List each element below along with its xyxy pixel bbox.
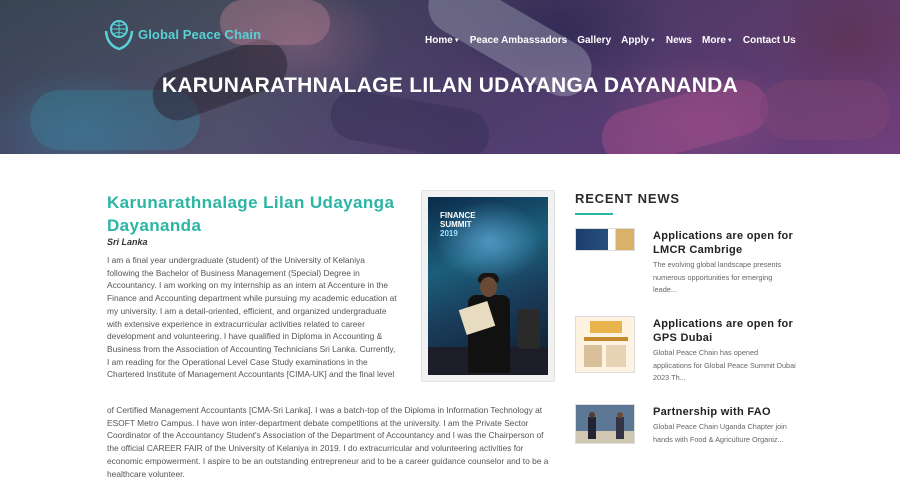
nav-label: Apply <box>621 35 649 46</box>
news-excerpt: Global Peace Chain has opened applicatio… <box>653 348 796 383</box>
profile-photo: FINANCE SUMMIT 2019 <box>421 190 555 382</box>
caret-down-icon: ▼ <box>726 37 733 44</box>
profile-name: Karunarathnalage Lilan Udayanga Dayanand… <box>107 193 395 235</box>
news-thumbnail[interactable] <box>575 228 635 251</box>
news-title-link[interactable]: Partnership with FAO <box>653 405 803 419</box>
news-thumbnail[interactable] <box>575 404 635 444</box>
news-title-link[interactable]: Applications are open for GPS Dubai <box>653 317 803 345</box>
nav-item-contact-us[interactable]: Contact Us <box>743 35 796 46</box>
caret-down-icon: ▼ <box>649 37 656 44</box>
nav-label: News <box>665 35 692 46</box>
profile-bio: I am a final year undergraduate (student… <box>107 255 397 380</box>
site-logo[interactable]: Global Peace Chain <box>104 17 261 51</box>
globe-hands-icon <box>104 20 134 51</box>
logo-text: Global Peace Chain <box>138 26 262 42</box>
photo-banner-line: FINANCE <box>440 211 476 220</box>
nav-label: Contact Us <box>742 35 796 46</box>
nav-label: Peace Ambassadors <box>469 35 568 46</box>
nav-item-peace-ambassadors[interactable]: Peace Ambassadors <box>470 35 567 46</box>
nav-item-news[interactable]: News <box>666 35 692 46</box>
main-nav: Home ▼ Peace Ambassadors Gallery Apply ▼ N… <box>425 35 806 46</box>
nav-item-apply[interactable]: Apply ▼ <box>621 35 656 46</box>
news-excerpt: Global Peace Chain Uganda Chapter join h… <box>653 422 787 444</box>
title-underline <box>575 213 613 215</box>
nav-item-gallery[interactable]: Gallery <box>577 35 611 46</box>
caret-down-icon: ▼ <box>453 37 460 44</box>
sidebar-title: RECENT NEWS <box>575 191 680 206</box>
nav-item-more[interactable]: More ▼ <box>702 35 733 46</box>
nav-label: Gallery <box>577 35 612 46</box>
nav-label: Home <box>425 35 453 46</box>
news-excerpt: The evolving global landscape presents n… <box>653 260 782 295</box>
profile-photo-image: FINANCE SUMMIT 2019 <box>428 197 548 375</box>
hero-decor <box>30 90 200 150</box>
profile-bio-continued: of Certified Management Accountants [CMA… <box>107 405 549 479</box>
profile-country: Sri Lanka <box>107 237 148 247</box>
photo-banner-line: SUMMIT <box>440 220 472 229</box>
nav-label: More <box>702 35 726 46</box>
thumbnail-graphic <box>576 405 634 443</box>
news-thumbnail[interactable] <box>575 316 635 373</box>
nav-item-home[interactable]: Home ▼ <box>425 35 460 46</box>
photo-decor <box>518 309 540 349</box>
news-title-link[interactable]: Applications are open for LMCR Cambrige <box>653 229 803 257</box>
thumbnail-graphic <box>576 317 634 372</box>
photo-banner-text: FINANCE SUMMIT 2019 <box>440 211 476 238</box>
photo-banner-line: 2019 <box>440 229 458 238</box>
photo-decor <box>480 277 497 297</box>
page-title: KARUNARATHNALAGE LILAN UDAYANGA DAYANAND… <box>161 74 739 97</box>
